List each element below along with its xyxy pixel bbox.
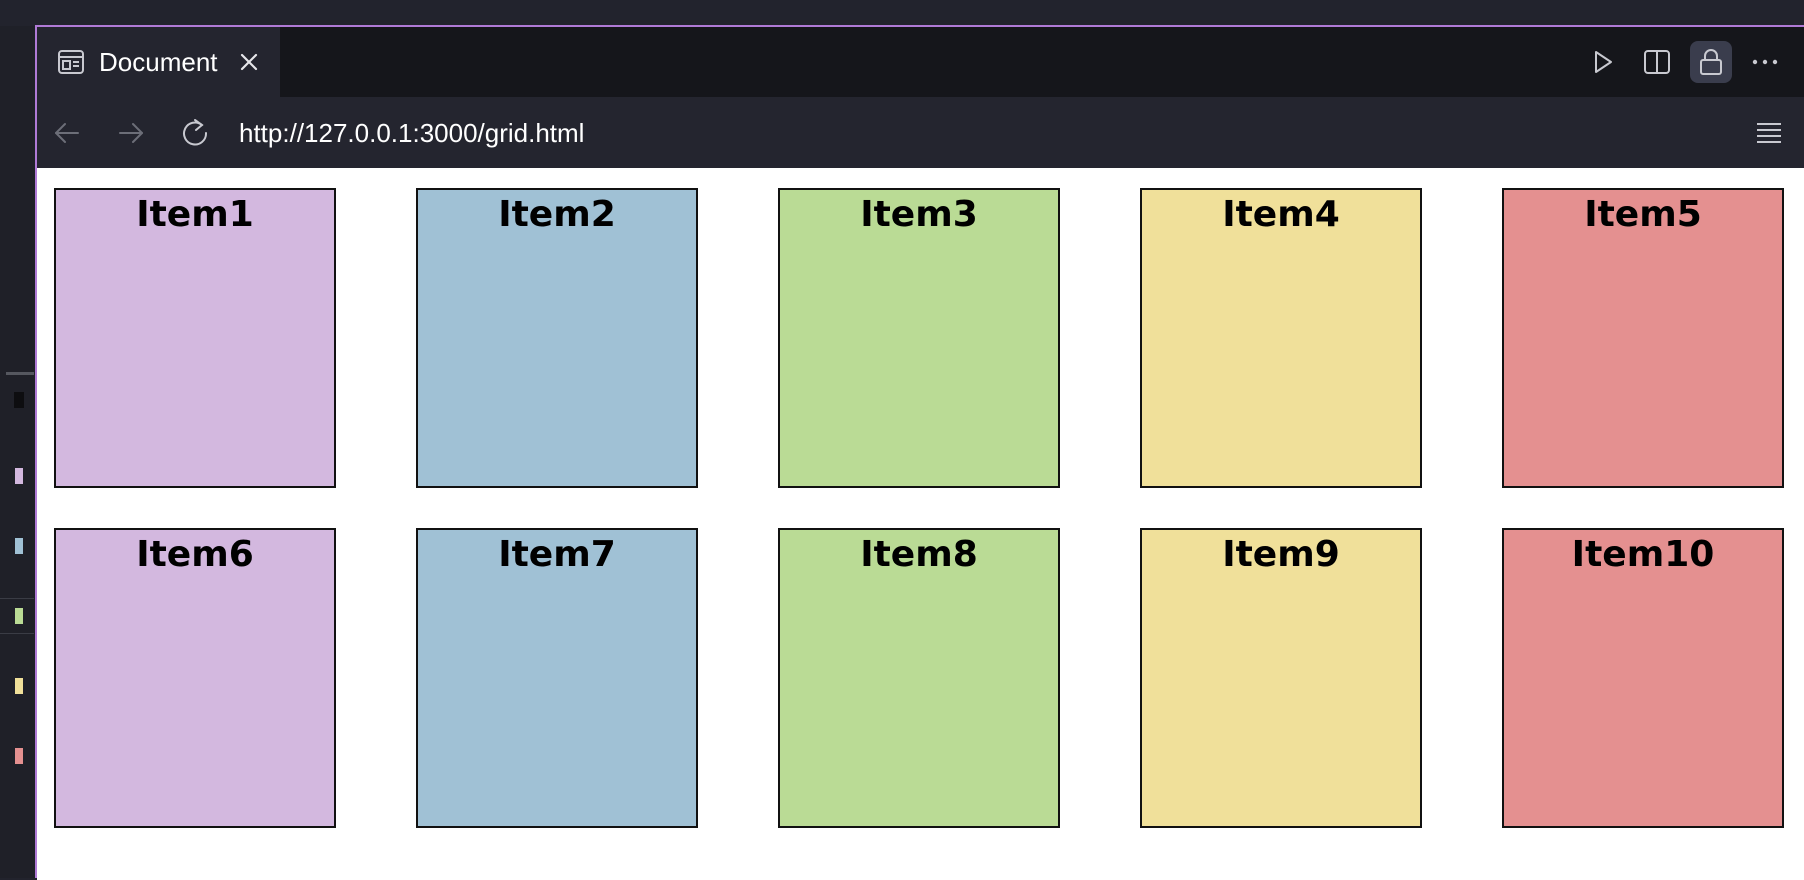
grid-item: Item8 [778, 528, 1060, 828]
close-icon[interactable] [236, 49, 262, 75]
url-field[interactable]: http://127.0.0.1:3000/grid.html [239, 113, 584, 153]
grid-item-label: Item9 [1222, 534, 1340, 575]
lock-icon[interactable] [1690, 41, 1732, 83]
grid-item-label: Item4 [1222, 194, 1340, 235]
grid-item: Item5 [1502, 188, 1784, 488]
page-viewport: Item1 Item2 Item3 Item4 Item5 Item6 Item… [37, 168, 1804, 880]
grid-item: Item1 [54, 188, 336, 488]
tab-bar: Document [37, 27, 1804, 97]
split-view-icon[interactable] [1636, 41, 1678, 83]
color-swatch-blue [15, 538, 23, 554]
tab-actions [1570, 27, 1804, 97]
grid-item-label: Item5 [1584, 194, 1702, 235]
grid-item-label: Item8 [860, 534, 978, 575]
grid-item: Item6 [54, 528, 336, 828]
grid-item-label: Item10 [1571, 534, 1715, 575]
grid-item: Item3 [778, 188, 1060, 488]
color-swatch-red [15, 748, 23, 764]
grid-item-label: Item3 [860, 194, 978, 235]
grid-item: Item7 [416, 528, 698, 828]
grid-item-label: Item7 [498, 534, 616, 575]
window-top-strip [0, 0, 1804, 26]
more-icon[interactable] [1744, 41, 1786, 83]
grid-item: Item2 [416, 188, 698, 488]
menu-icon[interactable] [1752, 115, 1786, 149]
document-preview-icon [57, 48, 85, 76]
left-gutter [0, 26, 35, 878]
grid-item: Item4 [1140, 188, 1422, 488]
color-swatch-purple [15, 468, 23, 484]
preview-panel: Document http://127.0.0.1:3000/grid.html… [35, 25, 1804, 880]
item-grid: Item1 Item2 Item3 Item4 Item5 Item6 Item… [54, 188, 1784, 828]
play-icon[interactable] [1582, 41, 1624, 83]
grid-item-label: Item6 [136, 534, 254, 575]
grid-item-label: Item2 [498, 194, 616, 235]
gutter-divider [6, 372, 34, 375]
navigation-bar: http://127.0.0.1:3000/grid.html [37, 97, 1804, 168]
grid-item: Item10 [1502, 528, 1784, 828]
tab-title: Document [99, 46, 218, 77]
back-arrow-icon[interactable] [49, 115, 85, 151]
reload-icon[interactable] [177, 115, 213, 151]
gutter-marker [14, 392, 24, 408]
forward-arrow-icon[interactable] [113, 115, 149, 151]
color-swatch-green [15, 608, 23, 624]
grid-item-label: Item1 [136, 194, 254, 235]
grid-item: Item9 [1140, 528, 1422, 828]
tab-document[interactable]: Document [37, 27, 280, 97]
color-swatch-yellow [15, 678, 23, 694]
